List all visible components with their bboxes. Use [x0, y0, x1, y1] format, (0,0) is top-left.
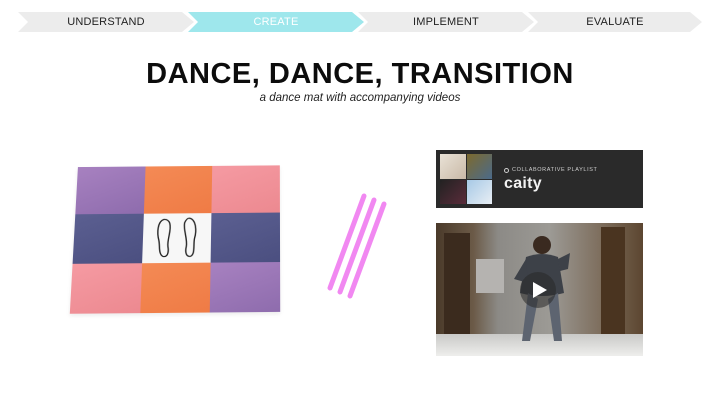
page-title: DANCE, DANCE, TRANSITION: [146, 58, 574, 90]
playlist-cover-art: [440, 154, 492, 204]
playlist-type-label: COLLABORATIVE PLAYLIST: [504, 167, 597, 173]
video-thumbnail[interactable]: [436, 223, 643, 356]
play-icon: [532, 282, 547, 298]
mat-cell: [72, 214, 144, 264]
dance-mat-photo: [69, 164, 284, 316]
page-subtitle: a dance mat with accompanying videos: [259, 92, 461, 104]
process-steps: UNDERSTAND CREATE IMPLEMENT EVALUATE: [18, 12, 702, 32]
step-implement[interactable]: IMPLEMENT: [358, 12, 534, 32]
mat-cell: [139, 262, 211, 314]
mat-cell: [143, 165, 213, 215]
step-understand[interactable]: UNDERSTAND: [18, 12, 194, 32]
playlist-name: caity: [504, 175, 542, 192]
dance-mat-grid: [69, 165, 281, 314]
brush-strokes-decoration: [327, 193, 387, 299]
cover-tile: [466, 179, 492, 204]
mat-cell: [210, 261, 281, 313]
step-create[interactable]: CREATE: [188, 12, 364, 32]
cover-tile: [440, 154, 466, 179]
playlist-type-text: COLLABORATIVE PLAYLIST: [512, 167, 598, 173]
mat-cell: [211, 165, 280, 214]
circle-icon: [504, 167, 509, 173]
cover-tile: [466, 154, 492, 179]
mat-cell-center: [141, 213, 212, 263]
mat-cell: [69, 262, 142, 314]
mat-cell: [210, 212, 281, 263]
playlist-thumbnail[interactable]: COLLABORATIVE PLAYLIST caity: [436, 150, 643, 208]
cover-tile: [440, 179, 466, 204]
step-evaluate[interactable]: EVALUATE: [528, 12, 702, 32]
mat-cell: [75, 166, 146, 215]
footprints-icon: [142, 213, 212, 262]
play-button[interactable]: [520, 272, 556, 308]
